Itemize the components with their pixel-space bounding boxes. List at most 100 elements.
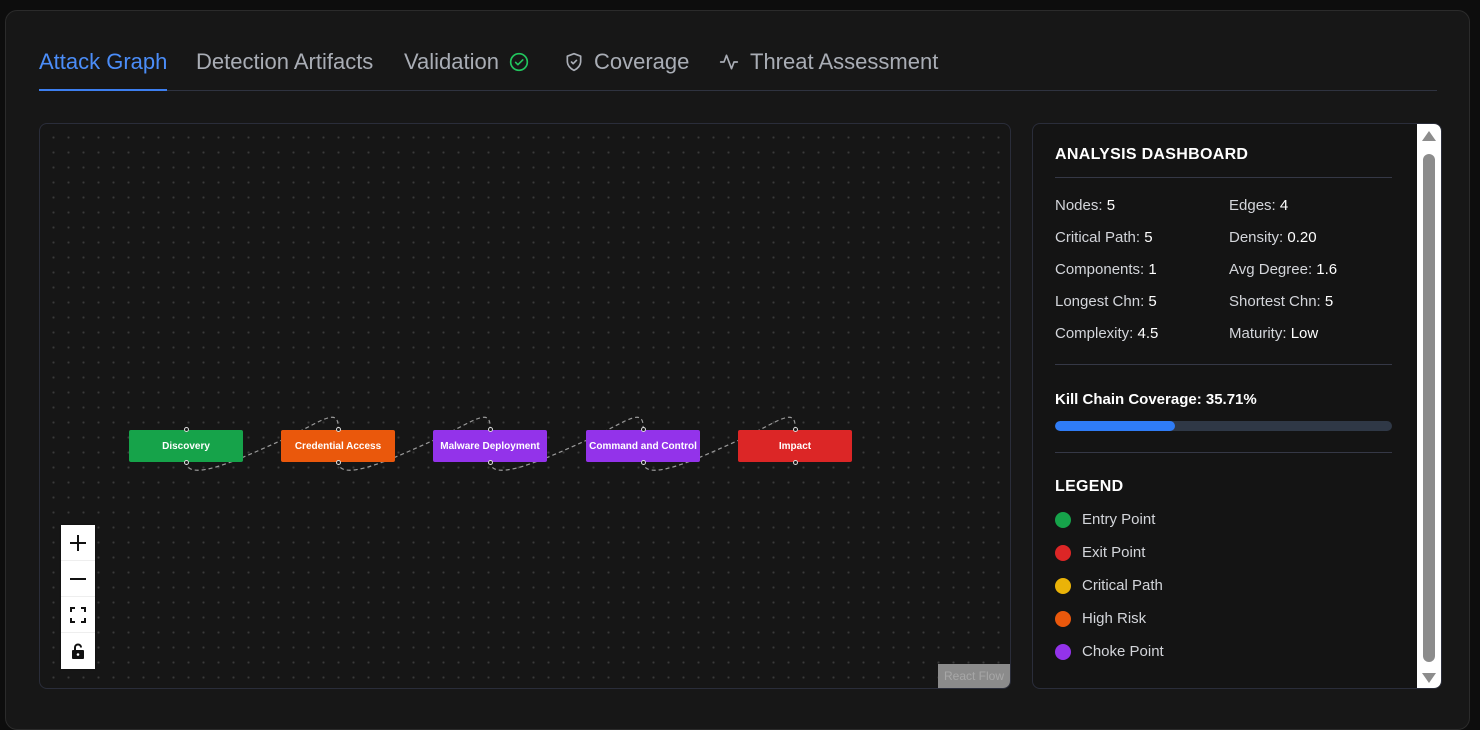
stat-density: Density: 0.20 xyxy=(1229,229,1392,246)
stat-value: 1.6 xyxy=(1316,261,1338,278)
kill-chain-progress-bar xyxy=(1055,421,1392,431)
stat-maturity: Maturity: Low xyxy=(1229,325,1392,342)
fit-view-button[interactable] xyxy=(61,597,95,633)
tab-threat-assessment[interactable]: Threat Assessment xyxy=(718,49,938,91)
dashboard-content: ANALYSIS DASHBOARD Nodes: 5 Edges: 4 Cri… xyxy=(1055,146,1392,668)
stat-nodes: Nodes: 5 xyxy=(1055,197,1229,214)
node-impact[interactable]: Impact xyxy=(738,427,852,465)
stat-label: Components: xyxy=(1055,261,1145,278)
stat-label: Maturity: xyxy=(1229,325,1287,342)
legend-label: High Risk xyxy=(1082,610,1147,627)
node-handle[interactable] xyxy=(640,427,646,432)
stat-value: 4.5 xyxy=(1137,325,1159,342)
stat-avg-degree: Avg Degree: 1.6 xyxy=(1229,261,1392,278)
node-handle[interactable] xyxy=(487,460,493,465)
tab-label: Threat Assessment xyxy=(750,49,939,74)
node-discovery[interactable]: Discovery xyxy=(129,427,243,465)
node-label: Impact xyxy=(778,440,812,452)
stat-label: Complexity: xyxy=(1055,325,1134,342)
stat-value: 4 xyxy=(1279,197,1289,214)
choke-point-dot-icon xyxy=(1055,643,1071,660)
scroll-down-icon[interactable] xyxy=(1422,673,1436,683)
stat-value: 5 xyxy=(1148,293,1157,310)
stat-label: Edges: xyxy=(1229,197,1276,214)
node-handle[interactable] xyxy=(487,427,493,432)
tab-attack-graph[interactable]: Attack Graph xyxy=(39,49,168,91)
divider xyxy=(1055,177,1392,178)
legend-list: Entry Point Exit Point Critical Path Hig… xyxy=(1055,503,1392,668)
scrollbar-thumb[interactable] xyxy=(1423,154,1435,662)
app-frame: Attack Graph Detection Artifacts Validat… xyxy=(5,10,1470,730)
stat-label: Critical Path: xyxy=(1055,229,1141,246)
stat-value: 0.20 xyxy=(1287,229,1317,246)
fit-view-icon xyxy=(70,606,86,623)
kill-chain-progress-fill xyxy=(1055,421,1176,431)
stat-label: Density: xyxy=(1229,229,1284,246)
attack-graph-canvas[interactable]: Discovery Credential Access Malware Depl… xyxy=(39,123,1011,689)
tab-validation[interactable]: Validation xyxy=(404,49,529,91)
node-handle[interactable] xyxy=(183,427,189,432)
attribution-label: React Flow xyxy=(943,669,1005,683)
node-credential-access[interactable]: Credential Access xyxy=(281,427,395,465)
critical-path-dot-icon xyxy=(1055,577,1071,594)
node-label: Malware Deployment xyxy=(440,440,540,452)
node-handle[interactable] xyxy=(335,427,341,432)
legend-choke-point: Choke Point xyxy=(1055,635,1392,668)
stat-edges: Edges: 4 xyxy=(1229,197,1392,214)
zoom-in-button[interactable] xyxy=(61,525,95,561)
check-circle-icon xyxy=(509,52,529,72)
zoom-out-button[interactable] xyxy=(61,561,95,597)
exit-point-dot-icon xyxy=(1055,544,1071,561)
stat-longest-chain: Longest Chn: 5 xyxy=(1055,293,1229,310)
tab-label: Coverage xyxy=(594,49,690,74)
zoom-out-icon xyxy=(70,577,86,580)
panel-scrollbar[interactable] xyxy=(1417,124,1441,688)
node-malware-deployment[interactable]: Malware Deployment xyxy=(433,427,547,465)
node-label: Command and Control xyxy=(589,440,697,452)
legend-critical-path: Critical Path xyxy=(1055,569,1392,602)
node-handle[interactable] xyxy=(183,460,189,465)
lock-icon xyxy=(72,643,84,659)
legend-label: Exit Point xyxy=(1082,544,1146,561)
lock-button[interactable] xyxy=(61,633,95,669)
node-handle[interactable] xyxy=(335,460,341,465)
stat-label: Shortest Chn: xyxy=(1229,293,1321,310)
scroll-up-icon[interactable] xyxy=(1422,131,1436,141)
high-risk-dot-icon xyxy=(1055,610,1071,627)
analysis-dashboard-panel: ANALYSIS DASHBOARD Nodes: 5 Edges: 4 Cri… xyxy=(1032,123,1442,689)
entry-point-dot-icon xyxy=(1055,511,1071,528)
dashboard-title: ANALYSIS DASHBOARD xyxy=(1055,146,1249,163)
stat-value: 5 xyxy=(1106,197,1116,214)
legend-exit-point: Exit Point xyxy=(1055,536,1392,569)
stat-label: Avg Degree: xyxy=(1229,261,1313,278)
node-label: Credential Access xyxy=(294,440,382,452)
legend-high-risk: High Risk xyxy=(1055,602,1392,635)
stat-label: Nodes: xyxy=(1055,197,1103,214)
activity-icon xyxy=(719,54,739,70)
kill-chain-coverage-label: Kill Chain Coverage: 35.71% xyxy=(1055,391,1257,408)
stat-value: 5 xyxy=(1144,229,1153,246)
stat-value: 5 xyxy=(1324,293,1334,310)
react-flow-attribution[interactable]: React Flow xyxy=(938,664,1010,688)
stat-value: Low xyxy=(1290,325,1319,342)
node-label: Discovery xyxy=(162,440,210,452)
stat-critical-path: Critical Path: 5 xyxy=(1055,229,1229,246)
zoom-in-icon xyxy=(70,534,86,551)
divider xyxy=(1055,364,1392,365)
tab-coverage[interactable]: Coverage xyxy=(564,49,689,91)
tab-label: Validation xyxy=(404,49,499,74)
shield-check-icon xyxy=(566,52,582,72)
legend-label: Entry Point xyxy=(1082,511,1156,528)
node-handle[interactable] xyxy=(640,460,646,465)
stat-components: Components: 1 xyxy=(1055,261,1229,278)
stat-value: 1 xyxy=(1148,261,1157,278)
legend-title: LEGEND xyxy=(1055,478,1124,495)
node-handle[interactable] xyxy=(792,427,798,432)
graph-controls xyxy=(61,525,95,669)
node-handle[interactable] xyxy=(792,460,798,465)
node-command-and-control[interactable]: Command and Control xyxy=(586,427,700,465)
stat-shortest-chain: Shortest Chn: 5 xyxy=(1229,293,1392,310)
stats-grid: Nodes: 5 Edges: 4 Critical Path: 5 Densi… xyxy=(1055,197,1392,342)
tab-detection-artifacts[interactable]: Detection Artifacts xyxy=(196,49,373,91)
legend-label: Critical Path xyxy=(1082,577,1163,594)
